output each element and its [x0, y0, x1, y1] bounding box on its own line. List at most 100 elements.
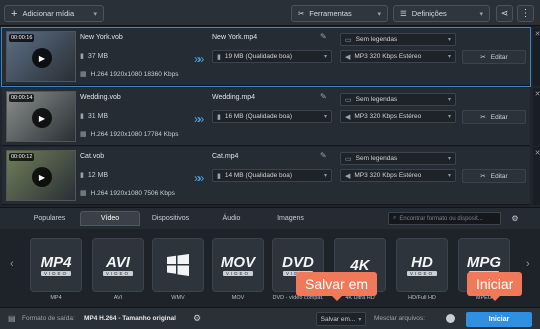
- output-file-name[interactable]: Cat.mp4: [212, 153, 238, 160]
- chevron-down-icon: ▾: [323, 173, 327, 179]
- edit-button[interactable]: ✂ Editar: [462, 110, 526, 124]
- audio-dropdown[interactable]: ◀ MP3 320 Kbps Estéreo ▾: [340, 110, 456, 123]
- tab-audio[interactable]: Áudio: [204, 211, 259, 226]
- add-media-button[interactable]: + Adicionar mídia ▾: [4, 5, 104, 22]
- film-icon: ▦: [80, 190, 87, 197]
- tab-devices[interactable]: Dispositivos: [143, 211, 198, 226]
- settings-label: Definições: [411, 9, 447, 18]
- tools-button[interactable]: ✂ Ferramentas ▾: [291, 5, 388, 22]
- output-size-dropdown[interactable]: ▮ 16 MB (Qualidade boa) ▾: [212, 110, 332, 123]
- video-thumbnail[interactable]: 00:00:12 ▶: [6, 150, 76, 201]
- chevron-down-icon: ▾: [447, 54, 451, 60]
- format-tile-wmv[interactable]: [152, 238, 204, 292]
- file-row[interactable]: 00:00:12 ▶ Cat.vob ▮ 12 MB ▦ H.264 1920x10…: [2, 147, 540, 205]
- more-vertical-icon: ⋮: [520, 8, 531, 19]
- format-settings-button[interactable]: ⚙: [508, 212, 522, 225]
- file-row[interactable]: 00:00:14 ▶ Wedding.vob ▮ 31 MB ▦ H.264 192…: [2, 88, 540, 146]
- file-icon: ▮: [80, 172, 84, 179]
- pencil-icon[interactable]: ✎: [320, 151, 327, 160]
- remove-file-button[interactable]: ✕: [533, 28, 540, 86]
- output-file-name[interactable]: Wedding.mp4: [212, 94, 255, 101]
- close-icon: ✕: [534, 150, 540, 157]
- format-tile-hdfull[interactable]: HD VIDEO: [396, 238, 448, 292]
- add-media-label: Adicionar mídia: [22, 9, 75, 18]
- menu-icon: ☰: [400, 9, 407, 18]
- windows-logo-icon: [167, 254, 189, 276]
- tab-popular[interactable]: Populares: [22, 211, 77, 226]
- format-tile-mp4[interactable]: MP4 VIDEO: [30, 238, 82, 292]
- format-label: MP4: [50, 295, 62, 301]
- chevron-down-icon: ▾: [447, 37, 451, 43]
- search-icon: ⌕: [393, 215, 397, 221]
- file-row[interactable]: 00:00:16 ▶ New York.vob ▮ 37 MB ▦ H.264 19…: [1, 27, 540, 87]
- file-icon: ▮: [217, 53, 221, 61]
- start-button[interactable]: Iniciar: [466, 312, 532, 327]
- format-logo-text: 4K: [350, 256, 370, 274]
- tab-video[interactable]: Vídeo: [80, 211, 140, 226]
- source-video-spec: ▦ H.264 1920x1080 17784 Kbps: [80, 130, 178, 138]
- audio-dropdown[interactable]: ◀ MP3 320 Kbps Estéreo ▾: [340, 50, 456, 63]
- edit-button[interactable]: ✂ Editar: [462, 50, 526, 64]
- chevron-down-icon: ▾: [323, 54, 327, 60]
- play-icon[interactable]: ▶: [32, 48, 52, 68]
- source-file-name: Wedding.vob: [80, 94, 121, 101]
- source-spec-value: H.264 1920x1080 18360 Kbps: [90, 71, 179, 78]
- more-button[interactable]: ⋮: [517, 5, 534, 22]
- save-to-button[interactable]: Salvar em... ▾: [316, 312, 366, 326]
- subtitles-value: Sem legendas: [355, 96, 398, 103]
- file-icon: ▮: [80, 53, 84, 60]
- tools-label: Ferramentas: [309, 9, 352, 18]
- subtitles-dropdown[interactable]: ▭ Sem legendas ▾: [340, 152, 456, 165]
- speaker-icon: ◀: [345, 113, 351, 121]
- edit-label: Editar: [490, 172, 508, 180]
- source-file-size: ▮ 31 MB: [80, 112, 108, 120]
- file-list: 00:00:16 ▶ New York.vob ▮ 37 MB ▦ H.264 19…: [0, 27, 540, 207]
- scroll-right-button[interactable]: ›: [526, 258, 530, 270]
- save-to-label: Salvar em...: [320, 315, 356, 323]
- merge-files-toggle[interactable]: [446, 314, 455, 323]
- share-button[interactable]: ⋖: [496, 5, 513, 22]
- edit-label: Editar: [490, 53, 508, 61]
- output-size-dropdown[interactable]: ▮ 14 MB (Qualidade boa) ▾: [212, 169, 332, 182]
- output-format-label: Formato de saída:: [22, 315, 75, 322]
- audio-dropdown[interactable]: ◀ MP3 320 Kbps Estéreo ▾: [340, 169, 456, 182]
- format-tile-avi[interactable]: AVI VIDEO: [92, 238, 144, 292]
- subtitles-dropdown[interactable]: ▭ Sem legendas ▾: [340, 33, 456, 46]
- format-search-input[interactable]: ⌕ Encontrar formato ou disposit...: [388, 212, 501, 225]
- source-spec-value: H.264 1920x1080 17784 Kbps: [90, 131, 179, 138]
- toolbar: + Adicionar mídia ▾ ✂ Ferramentas ▾ ☰ De…: [0, 0, 540, 26]
- pencil-icon[interactable]: ✎: [320, 32, 327, 41]
- pencil-icon[interactable]: ✎: [320, 92, 327, 101]
- video-thumbnail[interactable]: 00:00:16 ▶: [6, 31, 76, 82]
- settings-button[interactable]: ☰ Definições ▾: [393, 5, 490, 22]
- scroll-left-button[interactable]: ‹: [10, 258, 14, 270]
- gear-icon[interactable]: ⚙: [193, 313, 201, 324]
- format-tile-mov[interactable]: MOV VIDEO: [212, 238, 264, 292]
- source-spec-value: H.264 1920x1080 7506 Kbps: [90, 190, 175, 197]
- output-format-value[interactable]: MP4 H.264 - Tamanho original: [84, 315, 176, 322]
- edit-button[interactable]: ✂ Editar: [462, 169, 526, 183]
- film-icon: ▦: [80, 71, 87, 78]
- audio-value: MP3 320 Kbps Estéreo: [354, 113, 422, 120]
- subtitles-icon: ▭: [345, 155, 352, 163]
- scissors-icon: ✂: [480, 114, 486, 121]
- status-bar: ▤ Formato de saída: MP4 H.264 - Tamanho …: [0, 307, 540, 329]
- source-size-value: 12 MB: [87, 172, 109, 179]
- audio-value: MP3 320 Kbps Estéreo: [354, 172, 422, 179]
- play-icon[interactable]: ▶: [32, 108, 52, 128]
- video-thumbnail[interactable]: 00:00:14 ▶: [6, 91, 76, 142]
- edit-label: Editar: [490, 113, 508, 121]
- source-video-spec: ▦ H.264 1920x1080 7506 Kbps: [80, 189, 175, 197]
- subtitles-dropdown[interactable]: ▭ Sem legendas ▾: [340, 93, 456, 106]
- tab-images[interactable]: Imagens: [263, 211, 318, 226]
- remove-file-button[interactable]: ✕: [533, 147, 540, 205]
- file-icon: ▮: [217, 113, 221, 121]
- output-file-name[interactable]: New York.mp4: [212, 34, 257, 41]
- play-icon[interactable]: ▶: [32, 167, 52, 187]
- file-icon: ▮: [80, 113, 84, 120]
- remove-file-button[interactable]: ✕: [533, 88, 540, 146]
- chevron-down-icon: ▾: [447, 156, 451, 162]
- source-size-value: 37 MB: [87, 53, 109, 60]
- settings-icon: ⚙: [511, 214, 519, 223]
- output-size-dropdown[interactable]: ▮ 19 MB (Qualidade boa) ▾: [212, 50, 332, 63]
